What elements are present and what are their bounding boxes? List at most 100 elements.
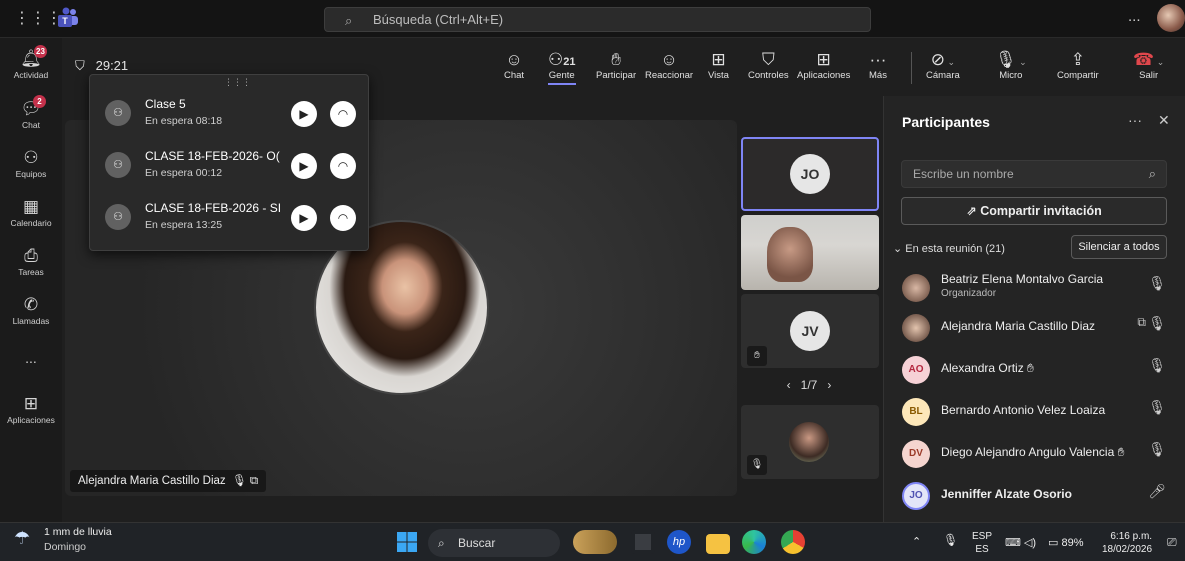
participant-row[interactable]: DV Diego Alejandro Angulo Valencia ✋︎ 🎙︎ <box>884 432 1185 474</box>
view-button[interactable]: ⊞ Vista <box>708 50 729 81</box>
search-placeholder: Búsqueda (Ctrl+Alt+E) <box>373 12 504 27</box>
rail-item-more[interactable]: ... <box>0 350 62 366</box>
edge-icon[interactable] <box>742 530 766 554</box>
participant-tile[interactable] <box>741 215 879 290</box>
mic-off-icon: 🎙︎ <box>1148 441 1166 457</box>
on-hold-item: ⚇ CLASE 18-FEB-2026- O( En espera 00:12 … <box>90 141 370 191</box>
participant-row[interactable]: AO Alexandra Ortiz ✋︎ 🎙︎ <box>884 348 1185 390</box>
grid-icon: ⊞ <box>711 50 726 69</box>
participant-tile[interactable]: JO <box>741 137 879 211</box>
participant-search-input[interactable]: Escribe un nombre ⌕ <box>901 160 1167 188</box>
news-widget-icon[interactable] <box>573 530 617 554</box>
participant-video <box>767 227 813 282</box>
mute-all-button[interactable]: Silenciar a todos <box>1071 235 1167 259</box>
chevron-up-icon[interactable]: ⌃ <box>912 535 921 548</box>
close-icon[interactable]: ✕ <box>1158 112 1170 129</box>
rail-item-teams[interactable]: ⚇ Equipos <box>0 147 62 179</box>
share-invite-button[interactable]: ⇗ Compartir invitación <box>901 197 1167 225</box>
taskbar-search[interactable]: ⌕ Buscar <box>428 529 560 557</box>
rail-item-apps[interactable]: ⊞ Aplicaciones <box>0 393 62 425</box>
hand-icon: ✋︎ <box>611 50 621 69</box>
language-indicator[interactable]: ESP ES <box>972 530 992 556</box>
tasks-icon: ⎙ <box>24 246 38 265</box>
more-options-button[interactable]: ... <box>1128 8 1141 25</box>
hangup-button[interactable]: ◠ <box>330 153 356 179</box>
raise-hand-button[interactable]: ✋︎ Participar <box>596 50 636 81</box>
participants-panel: Participantes ··· ✕ Escribe un nombre ⌕ … <box>883 96 1185 522</box>
hp-icon[interactable]: hp <box>667 530 691 554</box>
apps-button[interactable]: ⊞ Aplicaciones <box>797 50 850 81</box>
camera-button[interactable]: ⊘ ⌄ Cámara <box>926 50 960 81</box>
more-icon: ··· <box>869 50 887 69</box>
leave-button[interactable]: ☎︎ ⌄ Salir <box>1133 50 1164 81</box>
on-hold-title: CLASE 18-FEB-2026- O( <box>145 149 280 163</box>
windows-start-icon[interactable] <box>396 531 418 553</box>
chrome-icon[interactable] <box>781 530 805 554</box>
more-button[interactable]: ··· Más <box>869 50 887 81</box>
tile-initials: JV <box>790 311 830 351</box>
people-button[interactable]: ⚇21 Gente <box>548 50 576 85</box>
participant-avatar: JO <box>902 482 930 510</box>
participant-tile[interactable]: JV ✋︎ <box>741 294 879 368</box>
rail-item-label: Equipos <box>15 169 47 179</box>
participant-name-wrap: Alexandra Ortiz ✋︎ <box>941 361 1034 376</box>
resume-button[interactable]: ▶ <box>291 153 317 179</box>
network-icon[interactable]: ⌨︎ ◁) <box>1005 536 1036 549</box>
app-launcher-icon[interactable]: ⋮⋮⋮ <box>14 9 62 29</box>
mic-off-icon: 🎙︎ <box>747 455 767 475</box>
rail-item-chat[interactable]: 💬︎ Chat <box>0 98 62 130</box>
hangup-button[interactable]: ◠ <box>330 101 356 127</box>
weather-title[interactable]: 1 mm de lluvia <box>44 526 112 538</box>
participant-name: Diego Alejandro Angulo Valencia <box>941 445 1115 459</box>
participant-name: Beatriz Elena Montalvo Garcia <box>941 272 1104 286</box>
share-button[interactable]: ⇪ Compartir <box>1057 50 1099 81</box>
rail-item-label: Tareas <box>18 267 44 277</box>
rail-item-activity[interactable]: 🔔︎ Actividad <box>0 48 62 80</box>
present-icon: ⧉ <box>249 475 259 487</box>
notifications-icon[interactable]: ⎚ <box>1167 535 1177 550</box>
battery-indicator[interactable]: ▭ 89% <box>1048 536 1084 549</box>
participant-tile[interactable]: 🎙︎ <box>741 405 879 479</box>
participant-row[interactable]: BL Bernardo Antonio Velez Loaiza 🎙︎ <box>884 390 1185 432</box>
hangup-button[interactable]: ◠ <box>330 205 356 231</box>
rail-item-calls[interactable]: ✆ Llamadas <box>0 294 62 326</box>
rail-item-tasks[interactable]: ⎙ Tareas <box>0 245 62 277</box>
pager-value: 1/7 <box>800 378 818 392</box>
tool-label: Cámara <box>926 70 960 81</box>
participant-avatar <box>902 314 930 342</box>
drag-handle-icon[interactable]: ⋮⋮⋮ <box>224 77 251 88</box>
search-icon: ⌕ <box>1148 166 1156 181</box>
controls-button[interactable]: ⛉ Controles <box>748 50 789 81</box>
resume-button[interactable]: ▶ <box>291 205 317 231</box>
search-input[interactable]: ⌕ Búsqueda (Ctrl+Alt+E) <box>324 7 871 32</box>
participant-row[interactable]: Beatriz Elena Montalvo Garcia Organizado… <box>884 266 1185 308</box>
file-explorer-icon[interactable] <box>706 534 730 554</box>
tool-label: Controles <box>748 70 789 81</box>
panel-more-button[interactable]: ··· <box>1128 112 1142 128</box>
resume-button[interactable]: ▶ <box>291 101 317 127</box>
participant-avatar: AO <box>902 356 930 384</box>
raised-hand-icon: ✋︎ <box>1027 361 1034 375</box>
participant-row[interactable]: Alejandra Maria Castillo Diaz ⧉ 🎙︎ <box>884 306 1185 348</box>
teams-icon: ⚇ <box>23 148 39 167</box>
mic-tray-icon[interactable]: 🎙︎ <box>943 533 958 547</box>
apps-icon: ⊞ <box>23 394 39 413</box>
toolbar-divider <box>911 52 912 84</box>
participant-role: Organizador <box>941 288 997 299</box>
timer-value: 29:21 <box>95 58 129 73</box>
chat-button[interactable]: ☺︎ Chat <box>504 50 524 81</box>
in-meeting-section[interactable]: ⌄ En esta reunión (21) <box>893 242 1005 255</box>
task-view-icon[interactable] <box>631 530 655 554</box>
calendar-icon: ▦ <box>22 197 40 216</box>
participant-row[interactable]: JO Jenniffer Alzate Osorio 🎤︎ <box>884 474 1185 516</box>
react-button[interactable]: ☺ Reaccionar <box>645 50 693 81</box>
mic-button[interactable]: 🎙︎ ⌄ Micro <box>995 50 1027 81</box>
shield-icon: ⛉ <box>761 50 775 69</box>
rail-item-calendar[interactable]: ▦ Calendario <box>0 196 62 228</box>
plus-icon: ⊞ <box>816 50 831 69</box>
user-avatar[interactable] <box>1157 4 1185 32</box>
raised-hand-icon: ✋︎ <box>747 346 767 366</box>
chat-icon: ☺︎ <box>505 50 523 69</box>
clock[interactable]: 6:16 p.m. 18/02/2026 <box>1102 530 1152 556</box>
thumbnail-pager[interactable]: ‹ 1/7 › <box>740 378 878 392</box>
